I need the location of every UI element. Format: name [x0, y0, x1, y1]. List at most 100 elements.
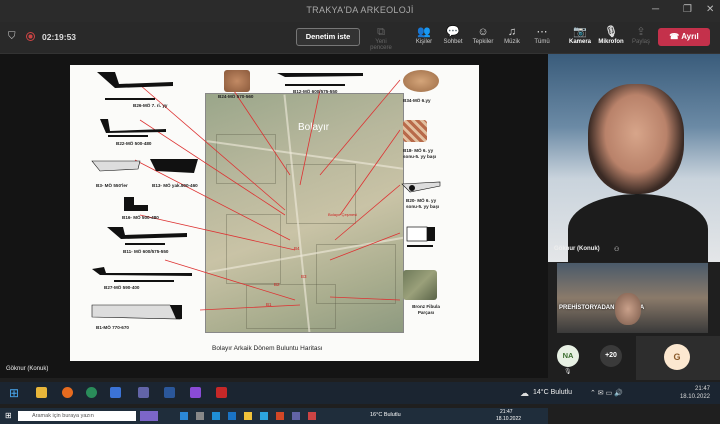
camera-button[interactable]: 📷 Kamera	[563, 25, 597, 45]
store-icon	[212, 412, 220, 420]
pottery-drawing: B27-MÖ 590-400	[90, 265, 195, 290]
person-face	[615, 293, 641, 325]
person-face	[588, 84, 684, 194]
presenter-taskbar: ⊞ Aramak için buraya yazın 16°C Bulutlu …	[0, 408, 548, 424]
more-icon: ⋯	[536, 26, 548, 38]
shared-screen: Bolayır Bolayır Çeşmesi B4 B1 B2 B3 B26-…	[0, 54, 548, 424]
pinned-icon: ⚇	[614, 247, 620, 253]
find-label: B13- MÖ yak.500-460	[152, 183, 198, 188]
mail-icon	[228, 412, 236, 420]
participant-avatar[interactable]: NA	[557, 345, 579, 367]
scale-bar	[114, 280, 174, 282]
weather-icon: ☁	[520, 388, 529, 398]
windows-start-icon[interactable]: ⊞	[9, 386, 19, 400]
microphone-off-icon: 🎙	[604, 26, 618, 38]
meeting-toolbar: ⛉ 02:19:53 Denetim iste ⧉ Yeni pencere 👥 K…	[0, 22, 720, 54]
maximize-icon[interactable]: ❐	[683, 4, 692, 15]
app-icon[interactable]	[110, 387, 121, 398]
more-button[interactable]: ⋯ Tümü	[525, 25, 559, 45]
pottery-drawing	[403, 225, 439, 250]
pdf-icon[interactable]	[216, 387, 227, 398]
participant-thumbnail[interactable]: PREHİSTORYADAN BİZANS'A	[557, 263, 708, 333]
os-taskbar: ⊞ ☁ 14°C Bulutlu ⌃ ✉ ▭ 🔊 21:47 18.10.202…	[0, 382, 720, 404]
close-icon[interactable]: ✕	[706, 4, 714, 15]
pottery-drawing: B22-MÖ 500-480	[98, 117, 168, 146]
scale-bar	[125, 243, 165, 245]
find-label: B18- MÖ 6. yy sonu-5. yy başı	[403, 148, 437, 159]
find-label: B20- MÖ 6. yy sonu-5. yy başı	[406, 198, 440, 209]
sherd-profile-icon	[401, 181, 441, 193]
firefox-icon[interactable]	[62, 387, 73, 398]
find-label: B34-MÖ 6.yy	[403, 98, 431, 103]
pottery-drawing: B1-MÖ 770-670	[90, 303, 185, 330]
word-icon[interactable]	[164, 387, 175, 398]
sherd-photo	[224, 70, 250, 92]
mic-muted-icon: 🎙	[564, 369, 572, 375]
leave-button[interactable]: ☎ Ayrıl	[658, 28, 710, 46]
sherd-profile-icon	[92, 267, 192, 276]
file-explorer-icon[interactable]	[36, 387, 47, 398]
scale-bar	[285, 84, 345, 86]
new-window-icon: ⧉	[377, 26, 385, 38]
sherd-profile-icon	[97, 72, 173, 88]
find-label: B16- MÖ 500-480	[122, 215, 159, 220]
camera-off-icon: 📷	[573, 26, 587, 38]
share-icon: ⇪	[636, 26, 646, 38]
tray-icons[interactable]: ⌃ ✉ ▭ 🔊	[590, 389, 623, 397]
microphone-button[interactable]: 🎙 Mikrofon	[594, 25, 628, 45]
new-window-button[interactable]: ⧉ Yeni pencere	[364, 25, 398, 51]
folder-icon	[244, 412, 252, 420]
teams-icon	[292, 412, 300, 420]
slide-caption: Bolayır Arkaik Dönem Buluntu Haritası	[212, 345, 323, 352]
teams-icon[interactable]	[138, 387, 149, 398]
edge-icon	[180, 412, 188, 420]
weather-text: 14°C Bulutlu	[533, 389, 572, 396]
pottery-drawing: B11- MÖ 600/575-550	[105, 225, 190, 254]
find-label: B24-MÖ 570-560	[218, 94, 254, 99]
presenter-time: 21:47	[500, 409, 513, 415]
sherd-photo	[403, 70, 439, 92]
more-participants-button[interactable]: +20	[600, 345, 622, 367]
window-titlebar: TRAKYA'DA ARKEOLOJİ ─ ❐ ✕	[0, 0, 720, 22]
presentation-slide: Bolayır Bolayır Çeşmesi B4 B1 B2 B3 B26-…	[70, 65, 479, 361]
self-avatar: G	[664, 344, 690, 370]
app-icon	[260, 412, 268, 420]
sherd-profile-icon	[100, 119, 166, 133]
system-clock[interactable]: 21:47 18.10.2022	[680, 385, 710, 401]
windows-start-icon: ⊞	[5, 411, 12, 420]
recording-icon	[26, 32, 35, 41]
pottery-drawing: B3- MÖ 550'ler B13- MÖ yak.500-460	[90, 157, 200, 188]
shield-icon[interactable]: ⛉	[8, 31, 16, 42]
find-label: B26-MÖ 7. ri. yy	[133, 103, 168, 108]
presenter-date: 18.10.2022	[496, 416, 522, 422]
find-label: Bronz Fibula Parçası	[412, 304, 440, 315]
sherd-profile-icon	[91, 304, 182, 320]
request-control-button[interactable]: Denetim iste	[296, 28, 360, 46]
app-icon[interactable]	[190, 387, 201, 398]
pottery-drawing: B16- MÖ 500-480	[120, 195, 159, 220]
find-label: B12-MÖ 600/575-550	[293, 89, 338, 94]
self-view-tile: G	[636, 336, 720, 380]
presenter-weather: 16°C Bulutlu	[370, 412, 401, 418]
find-label: B27-MÖ 590-400	[104, 285, 140, 290]
meeting-timer: 02:19:53	[42, 32, 77, 42]
search-highlight-icon	[140, 411, 158, 421]
app-icon[interactable]	[86, 387, 97, 398]
share-button[interactable]: ⇪ Paylaş	[624, 25, 658, 45]
participant-video[interactable]: Göknur (Konuk) ⚇	[548, 54, 720, 262]
sherd-profile-icon	[124, 197, 148, 211]
sherd-profile-icon	[277, 73, 363, 77]
app-icon	[308, 412, 316, 420]
chat-button[interactable]: 💬 Sohbet	[436, 25, 470, 45]
window-title: TRAKYA'DA ARKEOLOJİ	[306, 5, 414, 15]
taskview-icon	[196, 412, 204, 420]
find-label: B22-MÖ 500-480	[116, 141, 152, 146]
participant-name-label: Göknur (Konuk)	[554, 246, 600, 252]
minimize-icon[interactable]: ─	[652, 4, 659, 15]
powerpoint-icon	[276, 412, 284, 420]
pottery-drawing: B12-MÖ 600/575-550	[275, 70, 365, 94]
sherd-profile-icon	[91, 159, 198, 173]
music-button[interactable]: ♫ Müzik	[495, 25, 529, 45]
phone-hangup-icon: ☎	[669, 32, 682, 41]
sherd-photo	[403, 120, 427, 142]
